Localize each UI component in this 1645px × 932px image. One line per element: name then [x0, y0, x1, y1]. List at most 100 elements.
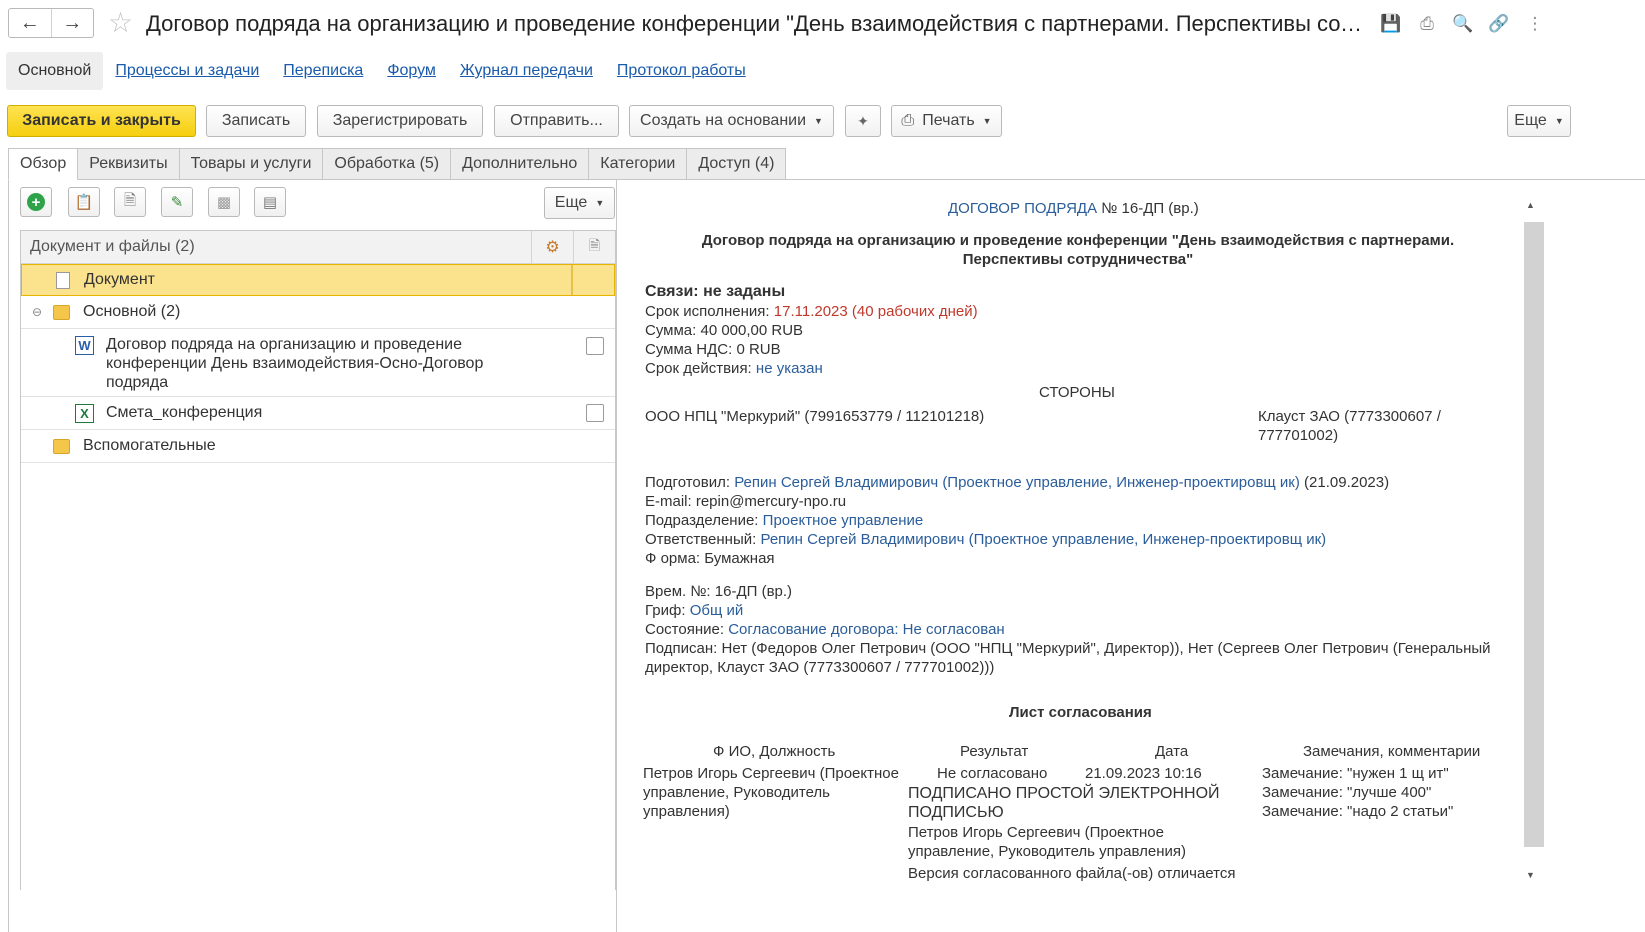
signed-simple-line2: ПОДПИСЬЮ [908, 804, 1004, 821]
tab-additional[interactable]: Дополнительно [451, 148, 590, 180]
validity-label: Срок действия: [645, 360, 752, 377]
left-more-label: Еще [554, 194, 588, 211]
tree-label-file-contract: Договор подряда на организацию и проведе… [106, 336, 484, 391]
signed-label: Подписан: [645, 640, 718, 657]
excel-file-icon: X [75, 403, 94, 423]
tab-requisites[interactable]: Реквизиты [78, 148, 180, 180]
tab-processing[interactable]: Обработка (5) [323, 148, 452, 180]
edit-button[interactable]: ✎ [161, 187, 193, 217]
preview-icon[interactable]: 🔍 [1452, 13, 1474, 35]
sum-label: Сумма: [645, 322, 697, 339]
collapse-icon[interactable]: ⊖ [32, 305, 44, 319]
section-main[interactable]: Основной [6, 52, 104, 90]
tree-row-document[interactable]: Документ [21, 264, 615, 296]
party-2-link-line1[interactable]: Клауст ЗАО (7773300607 / [1258, 408, 1441, 425]
send-button[interactable]: Отправить... [494, 105, 619, 137]
share-button[interactable]: ✦ [845, 105, 881, 137]
state-value[interactable]: Согласование договора: Не согласован [728, 621, 1005, 638]
more-vert-icon[interactable]: ⋮ [1524, 13, 1546, 35]
signed-simple-line1: ПОДПИСАНО ПРОСТОЙ ЭЛЕКТРОННОЙ [908, 785, 1220, 802]
tab-categories[interactable]: Категории [589, 148, 688, 180]
resp-value[interactable]: Репин Сергей Владимирович (Проектное упр… [760, 531, 1326, 548]
paste-button[interactable]: 📋 [68, 187, 100, 217]
doc-number: № 16-ДП (вр.) [1101, 200, 1199, 217]
section-work-log[interactable]: Протокол работы [605, 52, 758, 90]
add-button[interactable]: + [20, 187, 52, 217]
scroll-down-icon[interactable]: ▼ [1526, 870, 1535, 880]
file-contract-checkbox[interactable] [586, 337, 604, 355]
tree-label-file-estimate: Смета_конференция [106, 404, 263, 421]
tree-header-label: Документ и файлы (2) [30, 238, 195, 255]
form-value: Бумажная [704, 550, 775, 567]
dept-value[interactable]: Проектное управление [763, 512, 924, 529]
more-button[interactable]: Еще ▼ [1507, 105, 1571, 137]
state-label: Состояние: [645, 621, 725, 638]
tab-goods[interactable]: Товары и услуги [179, 148, 324, 180]
signer-line1[interactable]: Петров Игорь Сергеевич (Проектное [908, 824, 1164, 841]
link-icon[interactable]: 🔗 [1488, 13, 1510, 35]
sum-value: 40 000,00 RUB [700, 322, 804, 339]
back-button[interactable]: ← [9, 9, 52, 37]
nav-buttons: ← → [8, 8, 94, 38]
tab-access[interactable]: Доступ (4) [687, 148, 787, 180]
save-icon[interactable]: 💾 [1380, 13, 1402, 35]
forward-button[interactable]: → [52, 9, 94, 37]
prepared-value[interactable]: Репин Сергей Владимирович (Проектное упр… [734, 474, 1300, 491]
tempnum-label: Врем. №: [645, 583, 711, 600]
barcode-button[interactable]: ▤ [254, 187, 286, 217]
doc-tempnum: Врем. №: 16-ДП (вр.) [645, 583, 792, 600]
section-forum[interactable]: Форум [375, 52, 448, 90]
file-tree: Документ и файлы (2) ⚙ 🗎 Документ ⊖ Осно… [20, 230, 616, 890]
tree-row-aux-folder[interactable]: Вспомогательные [21, 430, 615, 463]
section-correspondence[interactable]: Переписка [271, 52, 375, 90]
signature-column-icon[interactable]: ⚙ [531, 230, 573, 264]
scan-button[interactable]: ▩ [208, 187, 240, 217]
create-based-label: Создать на основании [640, 112, 807, 129]
tab-overview[interactable]: Обзор [8, 148, 79, 180]
signer-line2[interactable]: управление, Руководитель управления) [908, 843, 1186, 860]
tab-bar: Обзор Реквизиты Товары и услуги Обработк… [8, 148, 787, 180]
register-button[interactable]: Зарегистрировать [317, 105, 483, 137]
grif-value[interactable]: Общ ий [690, 602, 744, 619]
scroll-up-icon[interactable]: ▲ [1526, 200, 1535, 210]
favorite-star-icon[interactable]: ☆ [108, 8, 133, 38]
tree-row-main-folder[interactable]: ⊖ Основной (2) [21, 296, 615, 329]
folder-icon [53, 304, 70, 320]
doc-prepared: Подготовил: Репин Сергей Владимирович (П… [645, 474, 1389, 491]
party-1-link[interactable]: ООО НПЦ "Меркурий" (7991653779 / 1121012… [645, 408, 984, 425]
doc-head: ДОГОВОР ПОДРЯДА № 16-ДП (вр.) [948, 200, 1199, 217]
share-icon: ✦ [857, 112, 869, 129]
tree-label-document: Документ [84, 271, 155, 288]
validity-value[interactable]: не указан [756, 360, 823, 377]
print-icon[interactable]: ⎙ [1416, 13, 1438, 35]
section-transfer-log[interactable]: Журнал передачи [448, 52, 605, 90]
parties-heading: СТОРОНЫ [1039, 384, 1115, 401]
tree-label-main-folder: Основной (2) [83, 303, 181, 320]
new-file-button[interactable]: 🗎 [114, 187, 146, 217]
doc-type-link[interactable]: ДОГОВОР ПОДРЯДА [948, 200, 1097, 217]
tempnum-value: 16-ДП (вр.) [714, 583, 793, 600]
party-2-link-line2[interactable]: 777701002) [1258, 427, 1338, 444]
version-warning: Версия согласованного файла(-ов) отличае… [908, 865, 1236, 882]
doc-scrollbar[interactable] [1524, 222, 1544, 847]
create-based-button[interactable]: Создать на основании ▼ [629, 105, 834, 137]
clipboard-icon: 📋 [74, 194, 94, 211]
section-bar: Основной Процессы и задачи Переписка Фор… [6, 52, 758, 90]
save-button[interactable]: Записать [206, 105, 306, 137]
save-close-button[interactable]: Записать и закрыть [7, 105, 196, 137]
prepared-label: Подготовил: [645, 474, 731, 491]
document-icon [56, 271, 70, 289]
tree-row-file-contract[interactable]: W Договор подряда на организацию и прове… [21, 329, 615, 397]
approval-heading: Лист согласования [1009, 704, 1152, 721]
file-column-icon[interactable]: 🗎 [573, 230, 615, 264]
comment-2: Замечание: "лучше 400" [1262, 784, 1432, 801]
edit-icon: ✎ [170, 194, 184, 211]
approver-line2: управление, Руководитель [643, 784, 831, 801]
tree-row-file-estimate[interactable]: X Смета_конференция [21, 397, 615, 430]
section-processes[interactable]: Процессы и задачи [103, 52, 271, 90]
approval-date: 21.09.2023 10:16 [1085, 765, 1202, 782]
doc-links[interactable]: Связи: не заданы [645, 283, 785, 301]
file-estimate-checkbox[interactable] [586, 404, 604, 422]
left-more-button[interactable]: Еще ▼ [544, 187, 615, 219]
print-button[interactable]: ⎙ Печать ▼ [891, 105, 1002, 137]
